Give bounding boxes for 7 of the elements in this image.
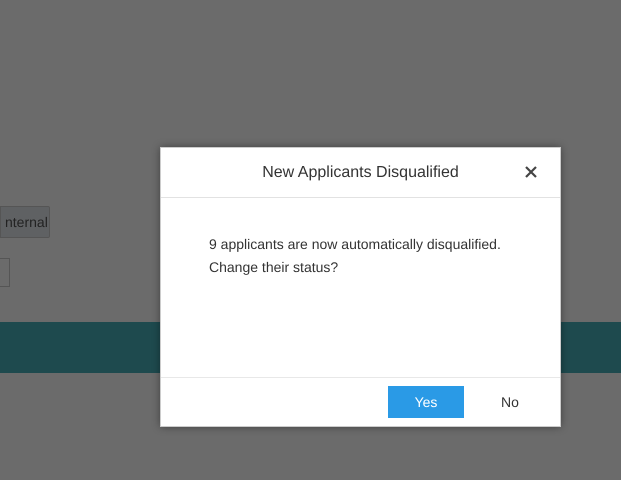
no-button[interactable]: No (472, 386, 548, 418)
yes-button[interactable]: Yes (388, 386, 464, 418)
close-icon[interactable] (524, 165, 538, 179)
dialog-message: 9 applicants are now automatically disqualified. (209, 235, 502, 254)
dialog-title: New Applicants Disqualified (262, 162, 459, 182)
dialog-question: Change their status? (209, 258, 340, 277)
background-button[interactable]: nternal (0, 206, 50, 238)
